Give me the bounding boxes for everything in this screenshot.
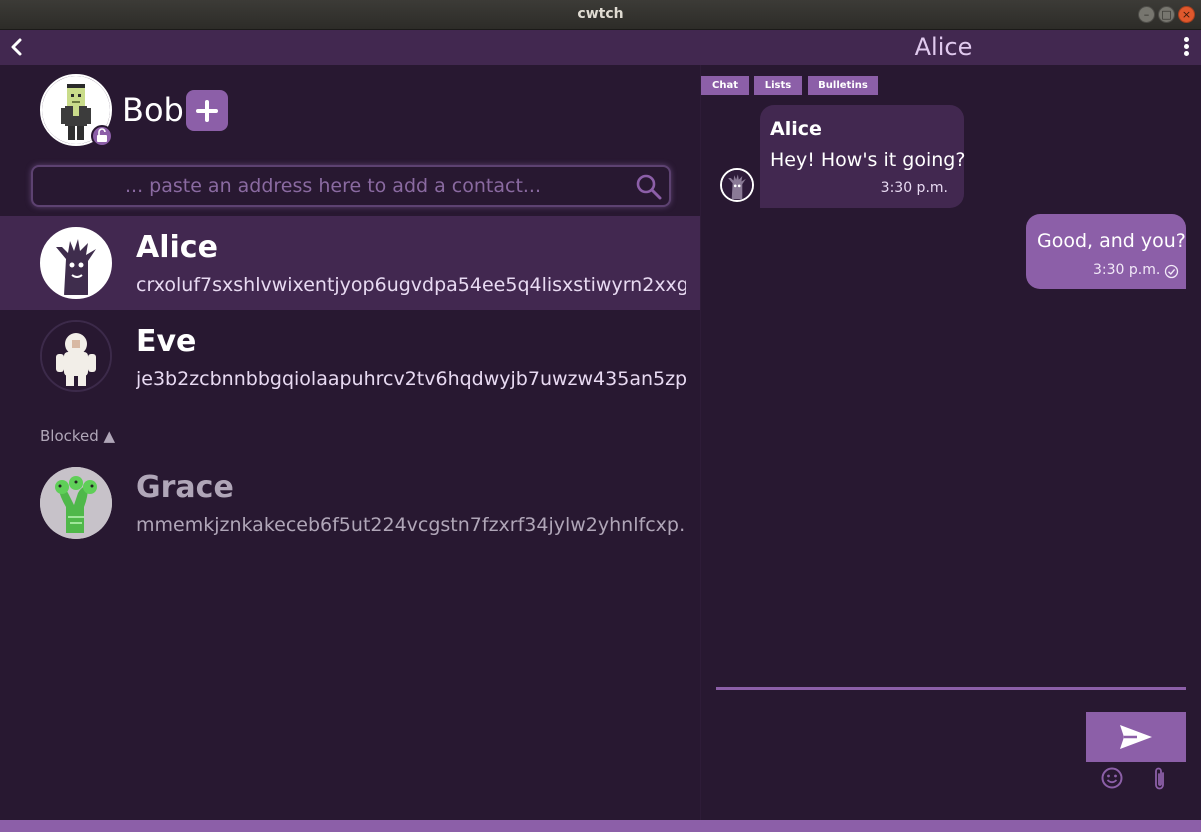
- add-contact-input[interactable]: [43, 167, 623, 205]
- tab-chat[interactable]: Chat: [701, 76, 749, 95]
- conversation-title: Alice: [914, 33, 973, 61]
- hydra-avatar-image: [40, 467, 112, 539]
- message-sender-name: Alice: [770, 118, 822, 140]
- contact-row-eve[interactable]: Eve je3b2zcbnnbbgqiolaapuhrcv2tv6hqdwyjb…: [0, 310, 700, 404]
- add-contact-search-box: [31, 165, 671, 207]
- kebab-menu-button[interactable]: [1180, 37, 1192, 59]
- tree-avatar-image: [42, 229, 110, 297]
- kebab-dot: [1183, 51, 1189, 56]
- tab-bulletins[interactable]: Bulletins: [808, 76, 878, 95]
- contact-name: Grace: [136, 470, 234, 505]
- yeti-avatar-image: [42, 322, 110, 390]
- blocked-section-toggle[interactable]: Blocked ▲: [40, 427, 115, 445]
- minimize-button[interactable]: –: [1138, 6, 1155, 23]
- message-timestamp: 3:30 p.m.: [1093, 262, 1161, 278]
- compose-underline: [716, 687, 1186, 690]
- kebab-menu-icon: [1183, 37, 1189, 42]
- tab-lists[interactable]: Lists: [754, 76, 802, 95]
- check-circle-icon: [1164, 264, 1179, 279]
- contact-avatar-alice: [40, 227, 112, 299]
- tree-avatar-image: [722, 170, 752, 200]
- incoming-message-bubble[interactable]: Alice Hey! How's it going? 3:30 p.m.: [760, 105, 966, 208]
- contact-name: Alice: [136, 230, 218, 265]
- plus-icon: [196, 100, 218, 122]
- message-text: Hey! How's it going?: [770, 149, 966, 171]
- message-timestamp: 3:30 p.m.: [880, 180, 948, 196]
- app-bar: Alice: [0, 30, 1201, 65]
- contact-list-pane: Bob Alice: [0, 65, 700, 820]
- search-icon[interactable]: [635, 173, 663, 201]
- send-icon: [1120, 725, 1152, 749]
- maximize-button[interactable]: □: [1158, 6, 1175, 23]
- lock-open-icon: [97, 128, 107, 142]
- message-compose-input[interactable]: [716, 655, 1186, 685]
- contact-avatar-grace: [40, 467, 112, 539]
- contact-address: mmemkjznkakeceb6f5ut224vcgstn7fzxrf34jyl…: [136, 514, 686, 536]
- add-contact-button[interactable]: [186, 90, 228, 131]
- profile-name: Bob: [122, 91, 184, 129]
- message-text: Good, and you?: [1037, 230, 1186, 252]
- contact-address: je3b2zcbnnbbgqiolaapuhrcv2tv6hqdwyjb7uwz…: [136, 368, 686, 390]
- contact-row-alice[interactable]: Alice crxoluf7sxshlvwixentjyop6ugvdpa54e…: [0, 216, 700, 310]
- back-arrow-icon: [11, 38, 22, 56]
- send-button[interactable]: [1086, 712, 1186, 762]
- cwtch-window: cwtch – □ × Alice Bob ... paste an addre…: [0, 0, 1201, 832]
- conversation-pane: Chat Lists Bulletins Alice Hey! How's it…: [701, 65, 1201, 820]
- lock-badge[interactable]: [91, 125, 113, 147]
- contact-address: crxoluf7sxshlvwixentjyop6ugvdpa54ee5q4li…: [136, 274, 686, 296]
- outgoing-message-bubble[interactable]: Good, and you? 3:30 p.m.: [1026, 214, 1186, 289]
- bottom-accent-strip: [0, 820, 1201, 832]
- contact-row-grace[interactable]: Grace mmemkjznkakeceb6f5ut224vcgstn7fzxr…: [0, 454, 700, 548]
- window-title: cwtch: [577, 6, 624, 22]
- os-titlebar: cwtch – □ ×: [0, 0, 1201, 30]
- message-sender-avatar[interactable]: [720, 168, 754, 202]
- contact-avatar-eve: [40, 320, 112, 392]
- kebab-dot: [1183, 44, 1189, 49]
- emoji-icon[interactable]: [1101, 767, 1123, 789]
- back-button[interactable]: [8, 36, 26, 58]
- paperclip-icon[interactable]: [1152, 766, 1168, 792]
- contact-name: Eve: [136, 324, 197, 359]
- close-window-button[interactable]: ×: [1178, 6, 1195, 23]
